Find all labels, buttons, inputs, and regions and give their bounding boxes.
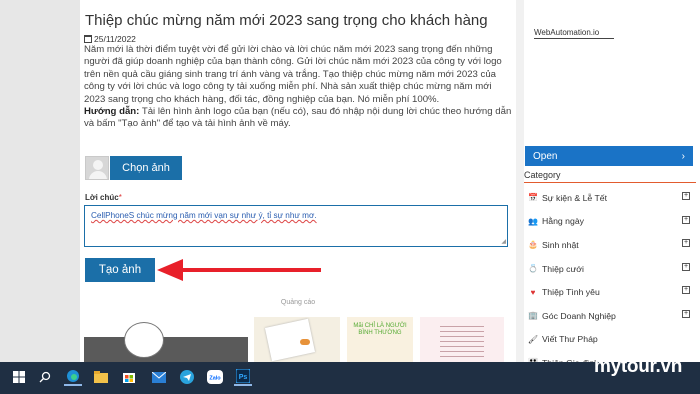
create-image-button[interactable]: Tạo ảnh xyxy=(85,258,155,282)
expand-icon[interactable]: + xyxy=(682,309,690,318)
photoshop-icon[interactable]: Ps xyxy=(234,368,252,386)
category-list: 📅 Sự kiện & Lễ Tết + 👥 Hằng ngày + 🎂 Sinh nhậ… xyxy=(524,186,696,375)
category-label: Thiệp Tình yêu xyxy=(542,287,600,298)
divider xyxy=(534,38,614,39)
mytour-logo: mytour.vn xyxy=(594,356,683,377)
edge-icon[interactable] xyxy=(64,368,82,386)
search-icon[interactable] xyxy=(36,368,54,386)
category-label: Sinh nhật xyxy=(542,239,579,250)
ad-thumbnail[interactable] xyxy=(420,317,504,362)
open-label: Open xyxy=(533,150,558,162)
category-label: Viết Thư Pháp xyxy=(542,334,598,345)
windows-start-icon[interactable] xyxy=(10,368,28,386)
resize-handle-icon[interactable]: ◢ xyxy=(501,238,506,245)
category-item[interactable]: 🖌 Viết Thư Pháp xyxy=(524,328,696,352)
mail-icon[interactable] xyxy=(150,368,168,386)
category-item[interactable]: 👥 Hằng ngày + xyxy=(524,210,696,234)
building-icon: 🏢 xyxy=(528,311,538,321)
category-title: Category xyxy=(524,170,561,180)
sponsor-brand[interactable]: WebAutomation.io xyxy=(534,28,599,37)
required-mark: * xyxy=(118,193,122,202)
expand-icon[interactable]: + xyxy=(682,215,690,224)
category-label: Sự kiện & Lễ Tết xyxy=(542,192,608,203)
article-body: Năm mới là thời điểm tuyệt vời để gửi lờ… xyxy=(84,44,512,131)
wish-label: Lời chúc* xyxy=(85,193,122,202)
store-icon[interactable] xyxy=(120,368,138,386)
category-label: Góc Doanh Nghiệp xyxy=(542,310,616,321)
zalo-icon[interactable]: Zalo xyxy=(206,368,224,386)
expand-icon[interactable]: + xyxy=(682,239,690,248)
chevron-right-icon: › xyxy=(681,150,685,162)
date-text: 25/11/2022 xyxy=(94,34,136,44)
photoshop-text: Ps xyxy=(239,374,248,381)
main-content: Thiệp chúc mừng năm mới 2023 sang trọng … xyxy=(80,0,516,362)
category-item[interactable]: 🎂 Sinh nhật + xyxy=(524,233,696,257)
expand-icon[interactable]: + xyxy=(682,192,690,200)
left-gutter xyxy=(0,0,80,362)
category-item[interactable]: 💍 Thiệp cưới + xyxy=(524,257,696,281)
annotation-arrow-icon xyxy=(157,259,321,281)
sidebar: WebAutomation.io Open › Category 📅 Sự kiệ… xyxy=(524,0,700,368)
article-title: Thiệp chúc mừng năm mới 2023 sang trọng … xyxy=(85,12,488,29)
scroll-gutter xyxy=(516,0,524,362)
zalo-text: Zalo xyxy=(209,376,221,382)
category-label: Thiệp cưới xyxy=(542,263,584,274)
article-paragraph: Năm mới là thời điểm tuyệt vời để gửi lờ… xyxy=(84,44,502,105)
people-icon: 👥 xyxy=(528,216,538,226)
calendar-icon xyxy=(84,35,92,43)
guide-label: Hướng dẫn: xyxy=(84,106,140,118)
brush-icon: 🖌 xyxy=(527,334,539,344)
calendar-icon: 📅 xyxy=(528,193,538,203)
category-label: Hằng ngày xyxy=(542,216,585,227)
category-underline xyxy=(524,182,696,183)
open-button[interactable]: Open › xyxy=(525,146,693,166)
heart-icon: ♥ xyxy=(530,287,536,297)
cake-icon: 🎂 xyxy=(528,240,538,250)
wish-text: CellPhoneS chúc mừng năm mới vạn sự như … xyxy=(91,211,317,220)
category-item[interactable]: 🏢 Góc Doanh Nghiệp + xyxy=(524,304,696,328)
wish-textarea[interactable]: CellPhoneS chúc mừng năm mới vạn sự như … xyxy=(84,205,508,247)
article-date: 25/11/2022 xyxy=(84,34,136,44)
ad-thumbnail[interactable] xyxy=(84,317,248,362)
rings-icon: 💍 xyxy=(528,264,538,274)
category-item[interactable]: 📅 Sự kiện & Lễ Tết + xyxy=(524,186,696,210)
ad-thumbnail[interactable] xyxy=(254,317,340,362)
expand-icon[interactable]: + xyxy=(682,286,690,295)
ad-thumbnail[interactable]: Mãi CHỈ LÀ NGƯỜI BÌNH THƯỜNG xyxy=(347,317,413,362)
category-item[interactable]: ♥ Thiệp Tình yêu + xyxy=(524,280,696,304)
logo-placeholder-avatar xyxy=(85,156,109,180)
guide-content: Tải lên hình ảnh logo của bạn (nếu có), … xyxy=(84,106,512,130)
wish-label-text: Lời chúc xyxy=(85,193,119,202)
choose-image-button[interactable]: Chọn ảnh xyxy=(110,156,182,180)
file-explorer-icon[interactable] xyxy=(92,368,110,386)
ad-label: Quảng cáo xyxy=(280,299,316,306)
guide-text: Hướng dẫn: Tải lên hình ảnh logo của bạn… xyxy=(84,106,512,131)
telegram-icon[interactable] xyxy=(178,368,196,386)
expand-icon[interactable]: + xyxy=(682,262,690,271)
